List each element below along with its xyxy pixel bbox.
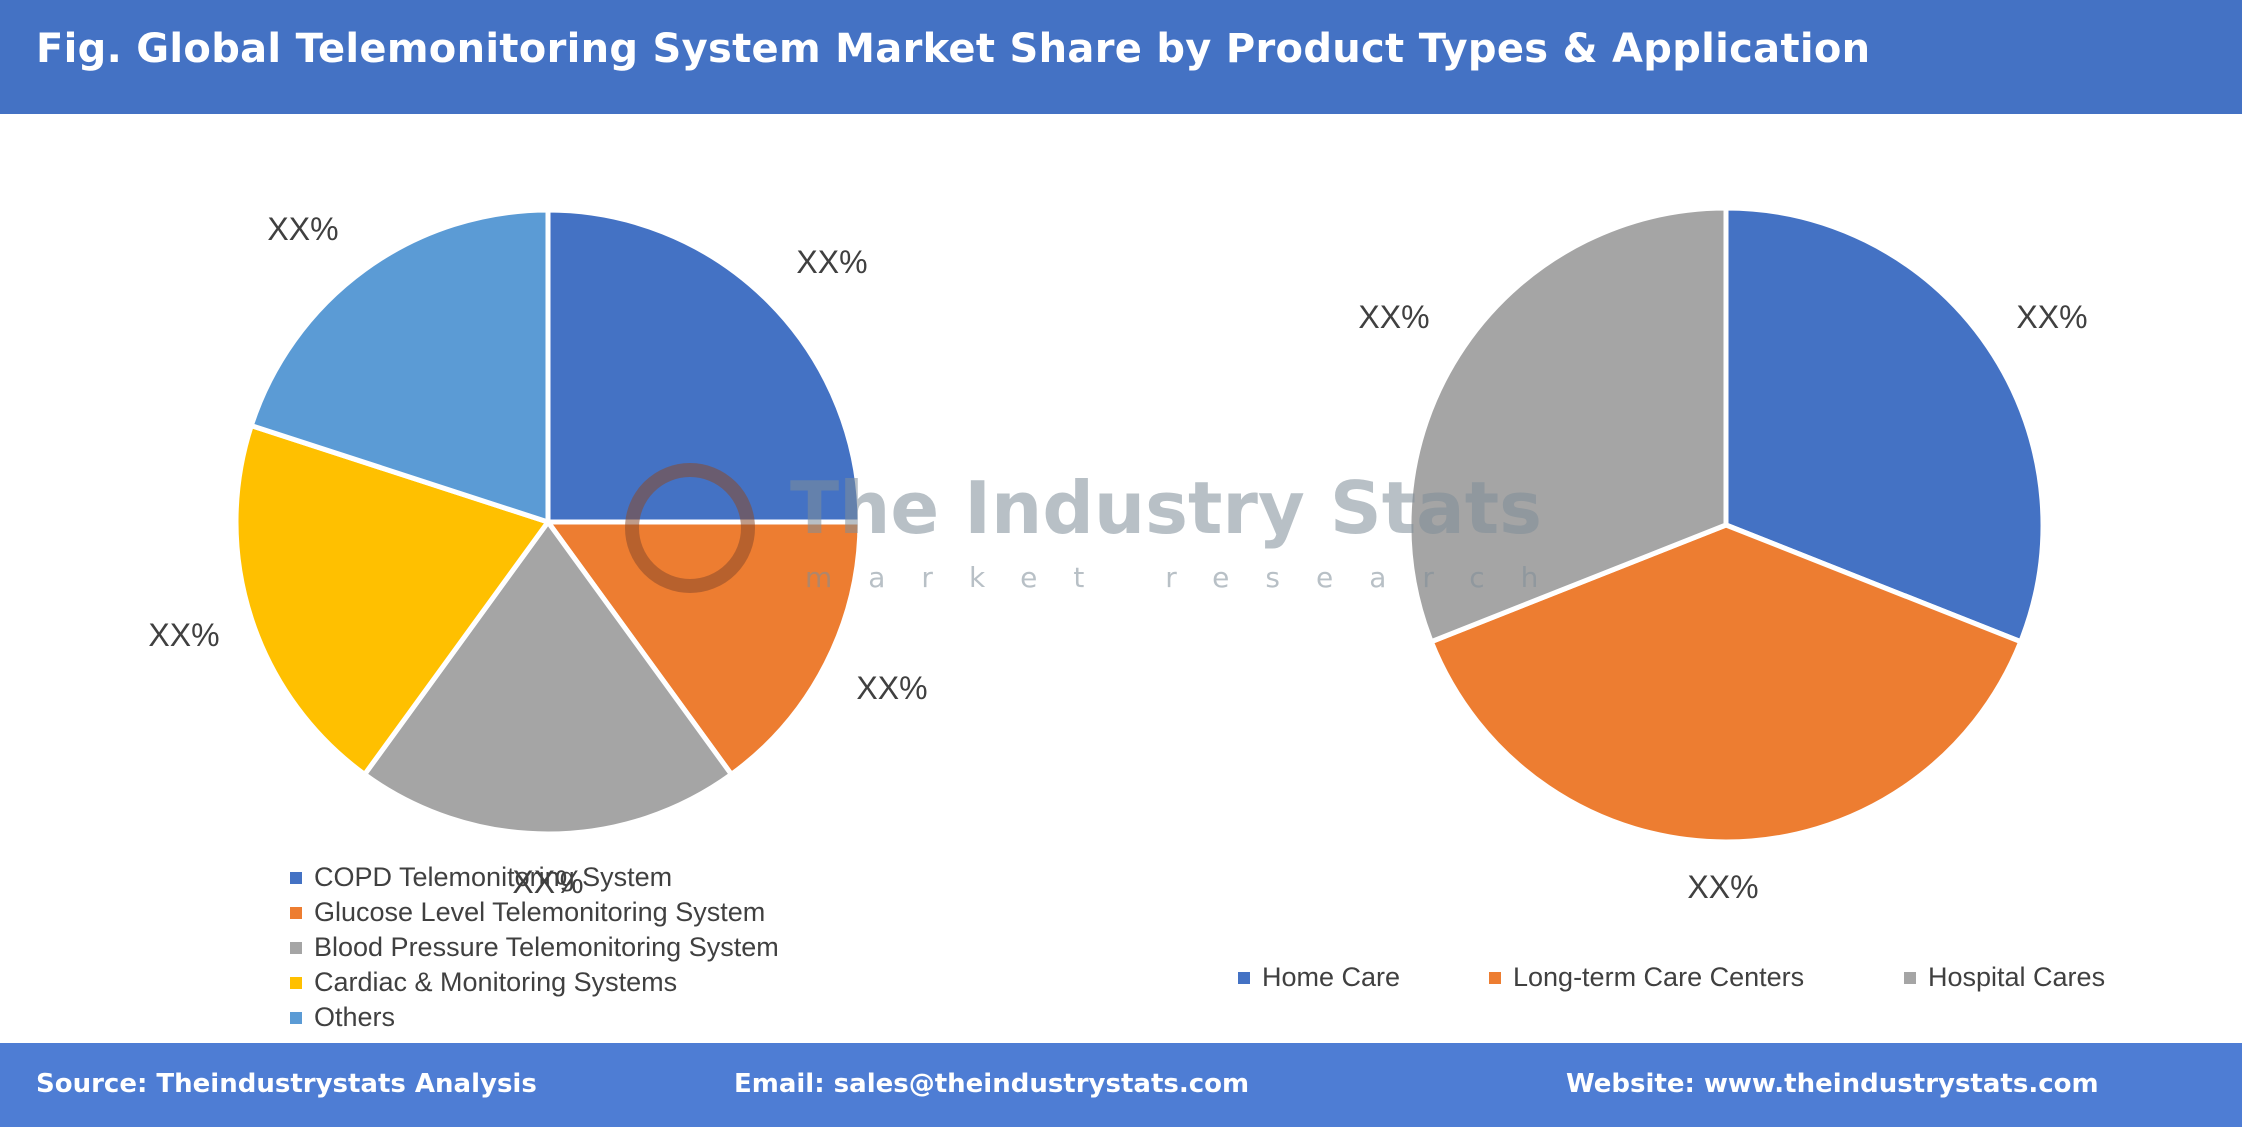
legend-marker [290,941,302,954]
legend-label: Long-term Care Centers [1513,962,1805,992]
legend-marker [290,871,302,884]
legend-marker [290,976,302,989]
footer-email[interactable]: Email: sales@theindustrystats.com [734,1069,1249,1099]
data-label: XX% [2016,299,2087,335]
footer-website[interactable]: Website: www.theindustrystats.com [1566,1069,2099,1099]
legend-item: Long-term Care Centers [1489,962,1804,993]
legend-label: Glucose Level Telemonitoring System [314,897,766,927]
legend-marker [290,906,302,919]
legend-item: Blood Pressure Telemonitoring System [290,932,779,963]
legend-item: Cardiac & Monitoring Systems [290,967,677,998]
legend-label: Cardiac & Monitoring Systems [314,967,678,997]
watermark-tagline: market research [805,561,1574,594]
legend-item: Home Care [1238,962,1400,993]
legend-marker [1489,971,1501,984]
data-label: XX% [856,670,927,706]
legend-marker [1904,971,1916,984]
legend-label: Home Care [1262,962,1401,992]
legend-item: Others [290,1002,395,1033]
data-label: XX% [1687,869,1758,905]
data-label: XX% [1358,299,1429,335]
legend-marker [1238,971,1250,984]
legend-label: Hospital Cares [1928,962,2106,992]
legend-label: COPD Telemonitoring System [314,862,673,892]
data-label: XX% [796,244,867,280]
footer: Source: Theindustrystats Analysis Email:… [0,1043,2242,1127]
legend-item: Glucose Level Telemonitoring System [290,897,765,928]
legend-label: Others [314,1002,396,1032]
data-label: XX% [267,211,338,247]
footer-source: Source: Theindustrystats Analysis [36,1069,537,1099]
legend-label: Blood Pressure Telemonitoring System [314,932,779,962]
pie-0 [233,207,863,837]
legend-item: Hospital Cares [1904,962,2105,993]
legend-item: COPD Telemonitoring System [290,862,672,893]
data-label: XX% [148,617,219,653]
watermark-name: The Industry Stats [790,466,1542,550]
legend-marker [290,1011,302,1024]
